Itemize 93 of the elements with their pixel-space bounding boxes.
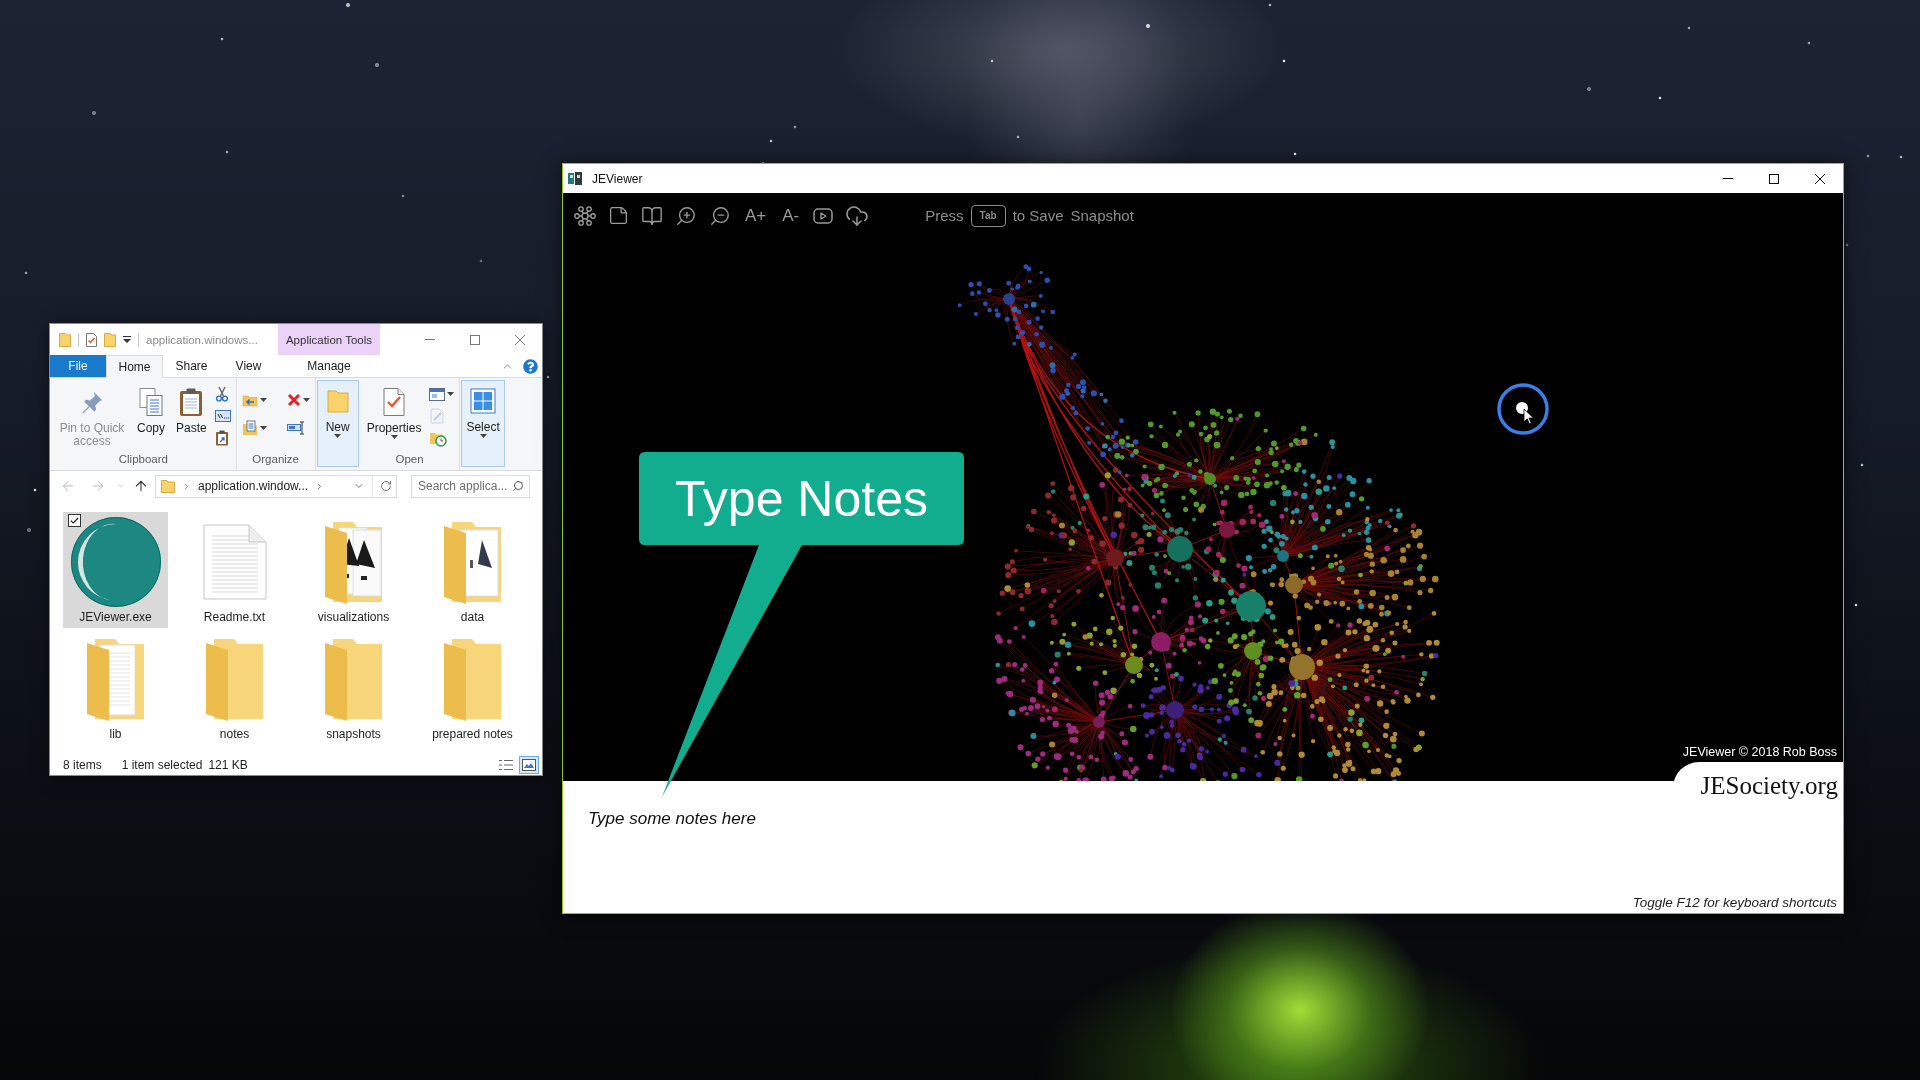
cursor-highlight-icon [1496, 382, 1550, 436]
shortcut-hint: Toggle F12 for keyboard shortcuts [1632, 895, 1837, 910]
play-icon[interactable] [813, 207, 834, 224]
app-icon [69, 516, 162, 608]
caret-icon [302, 398, 310, 402]
select-button[interactable]: Select [461, 380, 505, 467]
sticky-note-icon[interactable] [608, 205, 629, 226]
refresh-icon[interactable] [380, 480, 392, 492]
caret-icon [479, 434, 487, 438]
ribbon-tab[interactable]: Home [106, 355, 163, 378]
status-text: 8 items [63, 758, 102, 772]
file-item[interactable]: prepared notes [420, 629, 525, 745]
large-icons-view-button[interactable] [519, 756, 539, 774]
file-tab[interactable]: File [50, 355, 106, 377]
caret-icon [334, 434, 342, 438]
checkmark-page-icon[interactable] [86, 332, 97, 347]
caret-icon[interactable] [123, 336, 131, 343]
folder-icon [161, 479, 175, 493]
ribbon-tab[interactable]: View [220, 355, 277, 377]
folder-icon [324, 387, 351, 415]
pencil-page-icon [429, 408, 446, 424]
group-label: Organize [251, 452, 300, 467]
up-arrow-icon[interactable] [133, 478, 149, 494]
folder-icon [84, 637, 147, 721]
file-item[interactable]: Readme.txt [182, 512, 287, 628]
checkbox[interactable] [68, 514, 81, 527]
window-title: JEViewer [592, 171, 643, 186]
folder-icon [322, 637, 385, 721]
keycap: Tab [970, 204, 1006, 227]
ribbon-tab[interactable]: Manage [278, 355, 380, 377]
open-book-icon[interactable] [641, 204, 663, 227]
clipboard-icon [178, 387, 205, 417]
notes-field[interactable]: Type some notes here [583, 805, 1003, 865]
rename-icon [286, 421, 305, 435]
scissors-icon [214, 386, 229, 402]
folder-icon [322, 520, 385, 604]
close-icon[interactable] [1815, 173, 1825, 184]
checkmark-page-icon [381, 387, 408, 417]
file-item[interactable]: notes [182, 629, 287, 745]
folder-page-icon [241, 420, 258, 436]
folder-icon [441, 637, 504, 721]
status-text: 121 KB [208, 758, 248, 772]
font-size-button[interactable]: A- [780, 204, 802, 227]
app-icon [568, 172, 582, 185]
cloud-download-icon[interactable] [845, 203, 870, 228]
pushpin-icon [80, 390, 104, 414]
caret-icon [390, 435, 398, 439]
path-icon [214, 410, 231, 422]
list-icon [499, 759, 513, 771]
paste-button[interactable]: Paste [174, 383, 209, 437]
copyright-text: JEViewer © 2018 Rob Boss [1682, 745, 1837, 759]
text-file-icon [202, 524, 267, 600]
chevron-right-icon [182, 481, 191, 491]
hint-text: Press [925, 207, 964, 224]
picture-icon [522, 759, 536, 771]
zoom-in-icon[interactable] [675, 204, 697, 227]
file-item[interactable]: lib [63, 629, 168, 745]
maximize-icon[interactable] [1769, 173, 1779, 184]
breadcrumb[interactable]: application.window... [198, 479, 309, 493]
ribbon-tab[interactable]: Share [163, 355, 220, 377]
help-icon[interactable] [523, 358, 538, 374]
file-item[interactable]: JEViewer.exe [63, 512, 168, 628]
file-item[interactable]: visualizations [301, 512, 406, 628]
properties-button[interactable]: Properties [364, 383, 424, 441]
zoom-out-icon[interactable] [709, 204, 731, 227]
callout-text: Type Notes [674, 470, 929, 529]
group-label: Open [394, 452, 425, 467]
caret-icon [259, 398, 267, 402]
status-text: 1 item selected [121, 758, 203, 772]
search-icon [512, 480, 524, 492]
minimize-icon[interactable] [424, 339, 435, 340]
grid-icon [470, 388, 497, 414]
folder-arrow-icon [241, 393, 258, 407]
file-item[interactable]: snapshots [301, 629, 406, 745]
window-icon [429, 387, 446, 401]
folder-icon [203, 637, 266, 721]
copy-button[interactable]: Copy [134, 383, 168, 437]
caret-icon [447, 392, 455, 396]
caret-icon [259, 426, 267, 430]
delete-icon [286, 393, 301, 407]
address-bar[interactable]: application.window... [155, 474, 397, 498]
group-label: Clipboard [117, 452, 169, 467]
new-button[interactable]: New [316, 380, 359, 467]
file-item[interactable]: data [420, 512, 525, 628]
hint-text: Snapshot [1070, 207, 1134, 224]
window-title: application.windows... [146, 333, 258, 346]
folder-icon [441, 520, 504, 604]
hint-text: to Save [1012, 207, 1064, 224]
network-icon[interactable] [574, 204, 596, 227]
copy-icon [138, 387, 164, 417]
font-size-button[interactable]: A+ [743, 204, 769, 227]
search-field[interactable]: Search applica... [411, 474, 530, 498]
context-tab-header: Application Tools [278, 324, 380, 355]
